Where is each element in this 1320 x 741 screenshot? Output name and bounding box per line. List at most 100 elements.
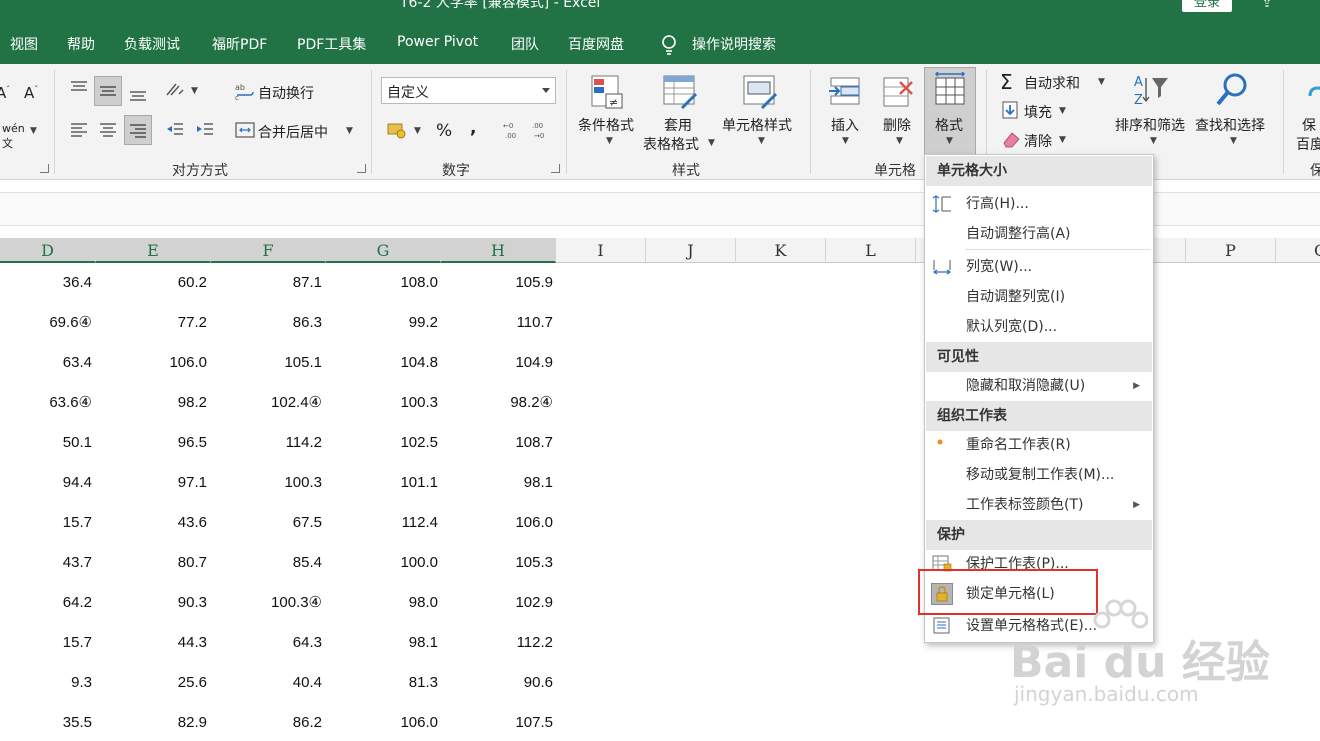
tab-pdf-tools[interactable]: PDF工具集 [297, 34, 366, 54]
table-cell[interactable]: 112.4 [326, 503, 438, 543]
table-cell[interactable]: 106.0 [326, 703, 438, 741]
share-icon[interactable]: ⇪ [1262, 0, 1276, 10]
cell-styles-label[interactable]: 单元格样式 [722, 115, 792, 135]
find-select-icon[interactable] [1214, 72, 1250, 108]
table-cell[interactable]: 98.1 [441, 463, 553, 503]
decrease-indent-icon[interactable] [164, 119, 186, 139]
table-cell[interactable]: 104.9 [441, 343, 553, 383]
table-cell[interactable]: 110.7 [441, 303, 553, 343]
delete-cells-label[interactable]: 删除 [883, 115, 911, 135]
table-cell[interactable]: 100.3 [211, 463, 322, 503]
tab-foxit-pdf[interactable]: 福昕PDF [212, 34, 267, 54]
table-cell[interactable]: 67.5 [211, 503, 322, 543]
currency-icon[interactable] [386, 120, 408, 140]
table-cell[interactable]: 90.3 [96, 583, 207, 623]
table-cell[interactable]: 9.3 [0, 663, 92, 703]
table-cell[interactable]: 97.1 [96, 463, 207, 503]
login-button[interactable]: 登录 [1182, 0, 1232, 12]
menu-hide-unhide[interactable]: 隐藏和取消隐藏(U) ▶ [926, 371, 1152, 401]
col-header-q[interactable]: Q [1276, 238, 1320, 263]
table-cell[interactable]: 107.5 [441, 703, 553, 741]
table-cell[interactable]: 40.4 [211, 663, 322, 703]
tab-baidu-netdisk[interactable]: 百度网盘 [568, 34, 624, 54]
font-launcher-icon[interactable] [40, 164, 49, 173]
find-select-label[interactable]: 查找和选择 [1195, 115, 1265, 135]
table-cell[interactable]: 106.0 [96, 343, 207, 383]
format-as-table-label2[interactable]: 表格格式 [643, 134, 699, 154]
col-header-h[interactable]: H [441, 238, 556, 263]
delete-cells-icon[interactable] [880, 74, 916, 110]
merge-center-label[interactable]: 合并后居中 [258, 122, 328, 142]
format-cells-label[interactable]: 格式 [935, 115, 963, 135]
align-bottom-icon[interactable] [127, 83, 149, 103]
table-cell[interactable]: 63.6④ [0, 383, 92, 423]
increase-font-icon[interactable]: Aˆ [0, 84, 10, 102]
table-cell[interactable]: 64.3 [211, 623, 322, 663]
col-header-l[interactable]: L [826, 238, 916, 263]
decrease-font-icon[interactable]: Aˇ [24, 84, 38, 102]
increase-decimal-icon[interactable]: ←0.00 [502, 120, 524, 140]
delete-dropdown-icon[interactable]: ▼ [896, 136, 903, 146]
number-launcher-icon[interactable] [551, 164, 560, 173]
table-cell[interactable]: 77.2 [96, 303, 207, 343]
merge-dropdown-icon[interactable]: ▼ [346, 126, 353, 136]
table-cell[interactable]: 85.4 [211, 543, 322, 583]
table-cell[interactable]: 98.2 [96, 383, 207, 423]
table-cell[interactable]: 112.2 [441, 623, 553, 663]
table-cell[interactable]: 69.6④ [0, 303, 92, 343]
eraser-icon[interactable] [1000, 129, 1022, 149]
table-cell[interactable]: 60.2 [96, 263, 207, 303]
tab-help[interactable]: 帮助 [67, 34, 95, 54]
table-cell[interactable]: 44.3 [96, 623, 207, 663]
table-cell[interactable]: 104.8 [326, 343, 438, 383]
menu-tab-color[interactable]: 工作表标签颜色(T) ▶ [926, 490, 1152, 520]
table-cell[interactable]: 105.9 [441, 263, 553, 303]
alignment-launcher-icon[interactable] [357, 164, 366, 173]
col-header-d[interactable]: D [0, 238, 96, 263]
table-cell[interactable]: 15.7 [0, 623, 92, 663]
align-left-icon[interactable] [68, 119, 90, 139]
insert-cells-icon[interactable] [827, 74, 863, 110]
conditional-dropdown-icon[interactable]: ▼ [606, 136, 613, 146]
col-header-k[interactable]: K [736, 238, 826, 263]
table-cell[interactable]: 43.6 [96, 503, 207, 543]
format-as-table-icon[interactable] [662, 74, 698, 110]
phonetic-dropdown-icon[interactable]: ▼ [30, 126, 37, 136]
table-cell[interactable]: 50.1 [0, 423, 92, 463]
table-cell[interactable]: 35.5 [0, 703, 92, 741]
table-cell[interactable]: 99.2 [326, 303, 438, 343]
table-cell[interactable]: 81.3 [326, 663, 438, 703]
table-cell[interactable]: 102.4④ [211, 383, 322, 423]
table-cell[interactable]: 82.9 [96, 703, 207, 741]
align-middle-icon[interactable] [97, 81, 119, 101]
table-cell[interactable]: 98.0 [326, 583, 438, 623]
currency-dropdown-icon[interactable]: ▼ [414, 126, 421, 136]
sort-dropdown-icon[interactable]: ▼ [1150, 136, 1157, 146]
merge-center-icon[interactable] [234, 120, 256, 140]
table-cell[interactable]: 90.6 [441, 663, 553, 703]
table-cell[interactable]: 100.3 [326, 383, 438, 423]
table-cell[interactable]: 102.5 [326, 423, 438, 463]
fill-label[interactable]: 填充 [1024, 102, 1052, 122]
col-header-p[interactable]: P [1186, 238, 1276, 263]
tell-me-search[interactable]: 操作说明搜索 [692, 34, 776, 54]
table-cell[interactable]: 64.2 [0, 583, 92, 623]
table-cell[interactable]: 15.7 [0, 503, 92, 543]
cell-styles-icon[interactable] [742, 74, 778, 110]
table-cell[interactable]: 100.0 [326, 543, 438, 583]
autosum-label[interactable]: 自动求和 [1024, 73, 1080, 93]
find-dropdown-icon[interactable]: ▼ [1230, 136, 1237, 146]
table-cell[interactable]: 98.2④ [441, 383, 553, 423]
number-format-select[interactable]: 自定义 [381, 77, 556, 104]
col-header-j[interactable]: J [646, 238, 736, 263]
wrap-text-label[interactable]: 自动换行 [258, 83, 314, 103]
menu-column-width[interactable]: 列宽(W)... [926, 252, 1152, 282]
table-cell[interactable]: 105.1 [211, 343, 322, 383]
percent-button[interactable]: % [436, 121, 452, 141]
decrease-decimal-icon[interactable]: .00→0 [531, 120, 553, 140]
table-cell[interactable]: 105.3 [441, 543, 553, 583]
col-header-g[interactable]: G [326, 238, 441, 263]
orientation-icon[interactable] [164, 80, 186, 100]
insert-cells-label[interactable]: 插入 [831, 115, 859, 135]
protect-label2[interactable]: 百度 [1296, 134, 1320, 154]
